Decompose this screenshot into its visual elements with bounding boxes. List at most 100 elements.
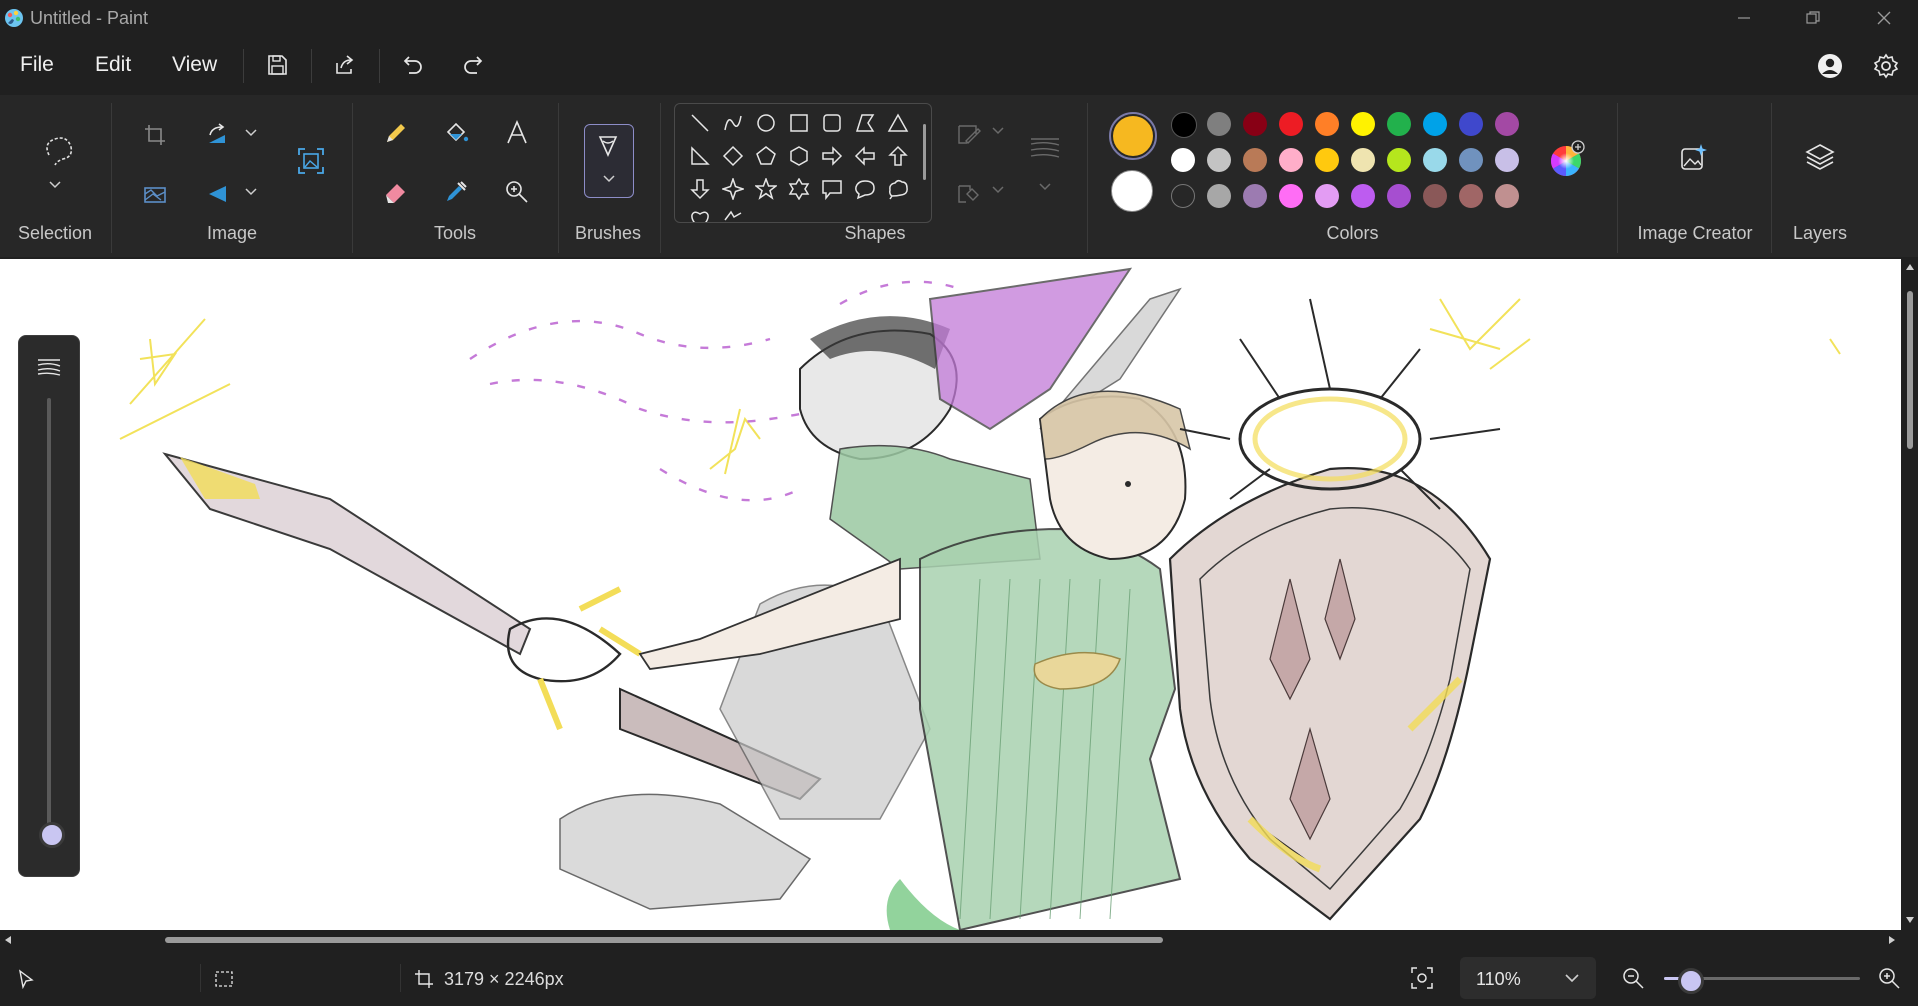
minimize-button[interactable] [1716,0,1772,35]
oval-shape-icon[interactable] [751,108,781,138]
settings-gear-icon[interactable] [1867,47,1903,83]
chevron-down-icon[interactable] [985,119,1011,145]
shapes-scrollbar[interactable] [923,124,926,180]
palette-color-swatch[interactable] [1423,184,1447,208]
horizontal-scrollbar[interactable] [0,930,1901,950]
palette-color-swatch[interactable] [1243,112,1267,136]
text-icon[interactable] [496,112,536,152]
color-picker-icon[interactable] [435,171,475,211]
free-form-selection-icon[interactable] [33,125,81,173]
menu-edit[interactable]: Edit [95,53,131,77]
palette-color-swatch[interactable] [1171,184,1195,208]
diamond-shape-icon[interactable] [718,141,748,171]
palette-color-swatch[interactable] [1207,112,1231,136]
palette-color-swatch[interactable] [1423,148,1447,172]
triangle-shape-icon[interactable] [883,108,913,138]
undo-button[interactable] [395,47,431,83]
flip-icon[interactable] [198,174,238,214]
cloud-callout-shape-icon[interactable] [883,174,913,204]
palette-color-swatch[interactable] [1207,148,1231,172]
palette-color-swatch[interactable] [1207,184,1231,208]
menu-view[interactable]: View [172,53,217,77]
layers-icon[interactable] [1800,137,1840,177]
redo-button[interactable] [455,47,491,83]
palette-color-swatch[interactable] [1351,112,1375,136]
palette-color-swatch[interactable] [1315,112,1339,136]
six-point-star-shape-icon[interactable] [784,174,814,204]
eraser-icon[interactable] [375,171,415,211]
palette-color-swatch[interactable] [1495,112,1519,136]
right-triangle-shape-icon[interactable] [685,141,715,171]
vertical-scroll-thumb[interactable] [1907,291,1913,449]
palette-color-swatch[interactable] [1243,184,1267,208]
zoom-in-icon[interactable] [1877,966,1901,990]
palette-color-swatch[interactable] [1387,184,1411,208]
restore-button[interactable] [1785,0,1841,35]
vertical-scrollbar[interactable] [1901,259,1918,930]
chevron-down-icon[interactable] [985,178,1011,204]
drawing-canvas[interactable] [0,259,1901,930]
zoom-slider-thumb[interactable] [1678,968,1705,994]
scroll-down-icon[interactable] [1905,916,1915,924]
horizontal-scroll-thumb[interactable] [165,937,1163,943]
shape-outline-icon[interactable] [948,113,988,153]
remove-background-icon[interactable] [135,174,175,214]
secondary-color-swatch[interactable] [1111,170,1153,212]
left-arrow-shape-icon[interactable] [850,141,880,171]
rectangular-callout-shape-icon[interactable] [817,174,847,204]
brush-size-thumb[interactable] [39,822,65,848]
palette-color-swatch[interactable] [1171,148,1195,172]
right-arrow-shape-icon[interactable] [817,141,847,171]
save-button[interactable] [259,47,295,83]
resize-image-icon[interactable] [287,137,331,181]
palette-color-swatch[interactable] [1459,184,1483,208]
palette-color-swatch[interactable] [1351,184,1375,208]
up-arrow-shape-icon[interactable] [883,141,913,171]
chevron-down-icon[interactable] [238,121,264,147]
palette-color-swatch[interactable] [1279,184,1303,208]
scroll-up-icon[interactable] [1905,263,1915,271]
palette-color-swatch[interactable] [1279,112,1303,136]
palette-color-swatch[interactable] [1459,112,1483,136]
heart-shape-icon[interactable] [685,204,715,222]
palette-color-swatch[interactable] [1315,184,1339,208]
pentagon-shape-icon[interactable] [751,141,781,171]
zoom-out-icon[interactable] [1621,966,1645,990]
chevron-down-icon[interactable] [1032,175,1058,201]
oval-callout-shape-icon[interactable] [850,174,880,204]
brushes-button[interactable] [584,124,634,198]
curve-shape-icon[interactable] [718,108,748,138]
palette-color-swatch[interactable] [1459,148,1483,172]
close-button[interactable] [1856,0,1912,35]
chevron-down-icon[interactable] [45,175,65,195]
brush-size-track[interactable] [47,398,51,838]
lightning-shape-icon[interactable] [718,204,748,222]
palette-color-swatch[interactable] [1387,112,1411,136]
line-shape-icon[interactable] [685,108,715,138]
palette-color-swatch[interactable] [1279,148,1303,172]
pencil-icon[interactable] [375,112,415,152]
fill-bucket-icon[interactable] [435,112,475,152]
down-arrow-shape-icon[interactable] [685,174,715,204]
palette-color-swatch[interactable] [1243,148,1267,172]
palette-color-swatch[interactable] [1495,148,1519,172]
account-button[interactable] [1811,47,1847,83]
palette-color-swatch[interactable] [1423,112,1447,136]
rectangle-shape-icon[interactable] [784,108,814,138]
hexagon-shape-icon[interactable] [784,141,814,171]
edit-colors-icon[interactable] [1546,139,1586,179]
palette-color-swatch[interactable] [1171,112,1197,138]
scroll-right-icon[interactable] [1888,935,1896,945]
palette-color-swatch[interactable] [1387,148,1411,172]
polygon-shape-icon[interactable] [850,108,880,138]
palette-color-swatch[interactable] [1495,184,1519,208]
rounded-rectangle-shape-icon[interactable] [817,108,847,138]
chevron-down-icon[interactable] [238,180,264,206]
fit-to-window-icon[interactable] [1410,966,1434,990]
four-point-star-shape-icon[interactable] [718,174,748,204]
stroke-size-icon[interactable] [1024,127,1066,167]
palette-color-swatch[interactable] [1351,148,1375,172]
shape-fill-icon[interactable] [948,172,988,212]
share-button[interactable] [327,47,363,83]
primary-color-swatch[interactable] [1109,112,1157,160]
